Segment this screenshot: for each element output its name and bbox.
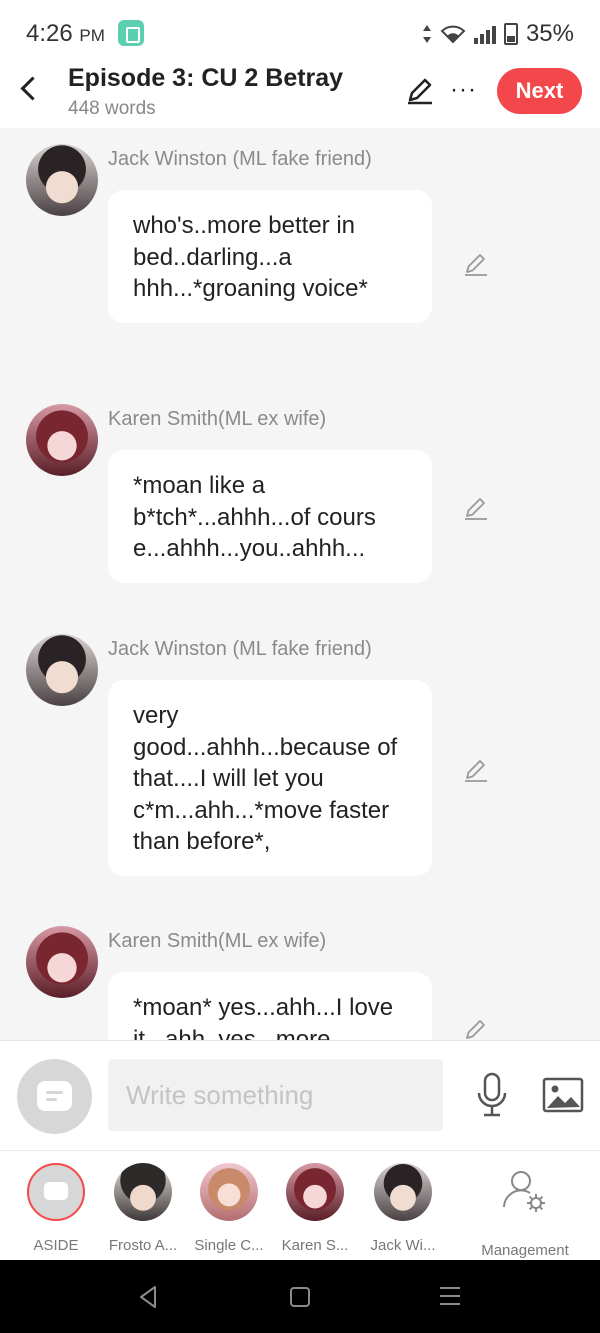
avatar	[286, 1163, 344, 1221]
message-bubble[interactable]: *moan like a b*tch*...ahhh...of cours e.…	[108, 450, 432, 583]
user-settings-icon	[503, 1171, 545, 1212]
microphone-icon[interactable]	[474, 1071, 510, 1119]
more-options-icon[interactable]: ···	[450, 76, 477, 104]
tab-frosto[interactable]: Frosto A...	[103, 1163, 183, 1254]
battery-percent: 35%	[525, 20, 574, 47]
chat-thread[interactable]: Jack Winston (ML fake friend) who's..mor…	[0, 128, 600, 1040]
next-button[interactable]: Next	[497, 68, 582, 114]
avatar	[26, 926, 98, 998]
pencil-icon[interactable]	[404, 74, 436, 106]
speaker-name: Jack Winston (ML fake friend)	[108, 638, 372, 660]
battery-icon	[503, 23, 518, 45]
avatar	[26, 144, 98, 216]
speaker-name: Karen Smith(ML ex wife)	[108, 408, 327, 430]
tab-label: ASIDE	[33, 1237, 79, 1254]
message-input[interactable]: Write something	[108, 1059, 443, 1131]
system-navigation-bar	[0, 1260, 600, 1333]
tab-label: Jack Wi...	[370, 1237, 436, 1254]
wifi-icon	[440, 25, 466, 44]
tab-label: Management	[481, 1242, 569, 1259]
signal-icon	[473, 24, 496, 44]
avatar	[26, 634, 98, 706]
nav-home-icon[interactable]	[290, 1287, 310, 1307]
edit-message-icon[interactable]	[462, 494, 490, 522]
tab-label: Frosto A...	[108, 1237, 178, 1254]
episode-title: Episode 3: CU 2 Betray	[68, 64, 344, 92]
nav-recents-icon[interactable]	[440, 1287, 460, 1307]
tab-karen[interactable]: Karen S...	[275, 1163, 355, 1254]
word-count: 448 words	[68, 98, 156, 119]
note-icon	[37, 1081, 72, 1111]
back-arrow-icon[interactable]	[16, 72, 40, 106]
avatar	[374, 1163, 432, 1221]
tab-single[interactable]: Single C...	[189, 1163, 269, 1254]
message-bubble[interactable]: who's..more better in bed..darling...a h…	[108, 190, 432, 323]
nav-back-icon[interactable]	[137, 1285, 159, 1309]
status-bar: 4:26 PM 35%	[0, 0, 600, 62]
clock: 4:26 PM	[26, 20, 105, 47]
tab-label: Karen S...	[281, 1237, 349, 1254]
status-icons: 35%	[422, 20, 574, 48]
image-icon[interactable]	[542, 1077, 584, 1113]
tab-jack[interactable]: Jack Wi...	[363, 1163, 443, 1254]
message-bubble[interactable]: *moan* yes...ahh...I love it...ahh..yes.…	[108, 972, 432, 1040]
speaker-name: Karen Smith(ML ex wife)	[108, 930, 327, 952]
tab-label: Single C...	[194, 1237, 264, 1254]
app-notification-icon	[118, 20, 144, 46]
composer-bar: Write something	[0, 1040, 600, 1150]
aside-icon	[27, 1163, 85, 1221]
tab-management[interactable]: Management	[470, 1163, 580, 1259]
episode-header: Episode 3: CU 2 Betray 448 words ··· Nex…	[0, 62, 600, 128]
tab-aside[interactable]: ASIDE	[16, 1163, 96, 1254]
speaker-name: Jack Winston (ML fake friend)	[108, 148, 372, 170]
avatar	[200, 1163, 258, 1221]
edit-message-icon[interactable]	[462, 756, 490, 784]
character-tab-bar: ASIDE Frosto A... Single C... Karen S...…	[0, 1150, 600, 1260]
aside-toggle-button[interactable]	[17, 1059, 92, 1134]
edit-message-icon[interactable]	[462, 250, 490, 278]
edit-message-icon[interactable]	[462, 1016, 490, 1040]
message-bubble[interactable]: very good...ahhh...because of that....I …	[108, 680, 432, 876]
avatar	[114, 1163, 172, 1221]
data-arrows-icon	[422, 25, 431, 43]
avatar	[26, 404, 98, 476]
